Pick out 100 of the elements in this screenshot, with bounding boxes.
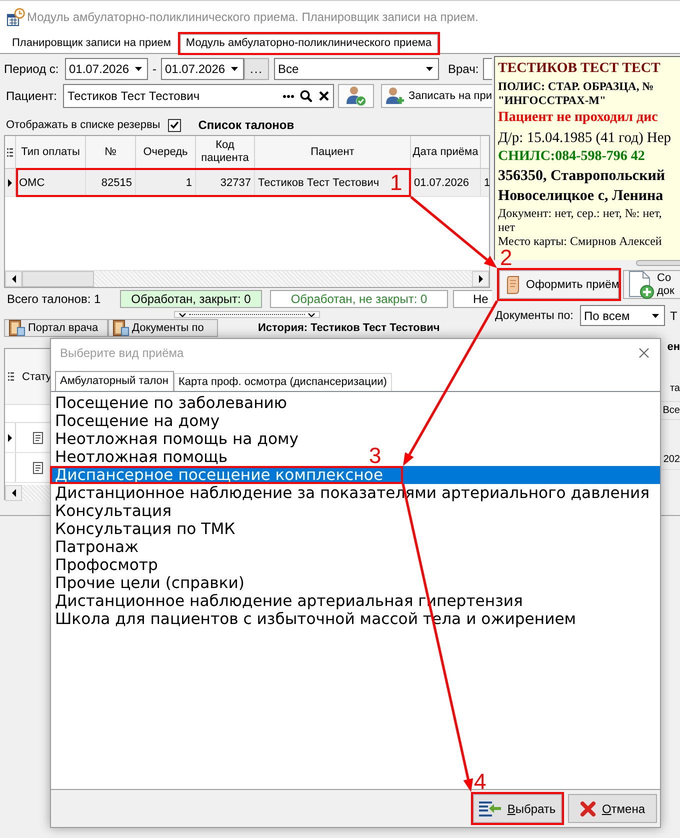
checkmark-icon xyxy=(170,121,180,129)
tab[interactable]: Амбулаторный талон xyxy=(55,371,174,391)
history-title: История: Тестиков Тест Тестович xyxy=(258,322,440,334)
list-item[interactable]: Посещение на дому xyxy=(51,412,224,430)
column-header[interactable]: Дата приёма xyxy=(411,136,481,168)
horizontal-scrollbar[interactable] xyxy=(5,485,50,501)
patient-name: ТЕСТИКОВ ТЕСТ ТЕСТ xyxy=(498,60,660,78)
column-header[interactable]: Код пациента xyxy=(196,136,255,168)
ellipsis-icon[interactable] xyxy=(283,94,294,98)
scrollbar-thumb[interactable] xyxy=(22,271,94,287)
document-icon xyxy=(33,462,43,474)
table-cell: 32737 xyxy=(196,169,255,196)
table-cell: 01.07.2026 xyxy=(411,169,481,196)
caret-down-icon xyxy=(652,314,659,318)
caret-down-icon xyxy=(426,67,433,71)
book-icon xyxy=(113,320,129,336)
scroll-left-button[interactable] xyxy=(5,485,22,501)
column-header[interactable]: Пациент xyxy=(255,136,411,168)
book-icon xyxy=(9,320,25,336)
splitter-handle[interactable] xyxy=(174,311,320,318)
list-lines-icon[interactable] xyxy=(8,372,14,381)
chevron-down-icon xyxy=(179,312,186,316)
section-title: ен xyxy=(667,340,680,352)
birth-date-text: Д/р: 15.04.1985 (41 год) Нер xyxy=(498,129,672,148)
left-arrow-icon xyxy=(12,275,16,283)
tab[interactable]: Планировщик записи на прием xyxy=(6,34,177,53)
date-field[interactable]: 01.07.2026 xyxy=(65,58,148,80)
cancel-button[interactable]: Отмена xyxy=(568,794,657,823)
list-item[interactable]: Неотложная помощь xyxy=(51,448,232,466)
calendar-clock-icon xyxy=(7,8,25,26)
window-title: Модуль амбулаторно-поликлинического приема. Планировщик записи на прием. xyxy=(27,10,478,24)
column-header[interactable]: Стату xyxy=(22,370,52,382)
table-cell: ОМС xyxy=(16,169,86,196)
step-number: 3 xyxy=(369,447,382,465)
warning-text: Пациент не проходил дис xyxy=(498,109,658,127)
checkbox[interactable] xyxy=(168,118,182,132)
step-number: 2 xyxy=(500,249,512,267)
list-item[interactable]: Профосмотр xyxy=(51,556,162,574)
search-icon[interactable] xyxy=(300,90,312,102)
horizontal-scrollbar[interactable] xyxy=(5,270,489,287)
book-appointment-button[interactable]: Записать на при xyxy=(381,84,492,108)
snils-text: СНИЛС:084-598-796 42 xyxy=(498,148,645,166)
note-text: нет xyxy=(498,220,515,234)
range-button[interactable]: ... xyxy=(244,58,269,80)
scroll-icon xyxy=(506,276,520,294)
list-item[interactable]: Посещение по заболеванию xyxy=(51,394,292,412)
document-icon xyxy=(33,432,43,444)
caret-down-icon xyxy=(231,67,238,71)
range-separator: - xyxy=(152,62,158,76)
column-header[interactable]: Тип оплаты xyxy=(16,136,86,168)
period-label: Период с: xyxy=(4,62,60,76)
date-field[interactable]: 01.07.2026 xyxy=(161,58,244,80)
close-icon xyxy=(639,348,649,358)
documents-label: Документы по: xyxy=(495,310,574,322)
column-header[interactable]: та xyxy=(670,383,680,394)
close-button[interactable] xyxy=(637,346,651,360)
reserve-label: Отображать в списке резервы xyxy=(6,119,160,131)
column-header[interactable]: № xyxy=(86,136,136,168)
address-text: Новоселицкое с, Ленина xyxy=(498,187,664,206)
clear-icon[interactable] xyxy=(319,91,330,101)
status-counter: Обработан, не закрыт: 0 xyxy=(270,290,448,308)
scope-dropdown[interactable]: Все xyxy=(274,58,439,80)
tab[interactable]: Модуль амбулаторно-поликлинического приема xyxy=(180,34,438,53)
scroll-right-button[interactable] xyxy=(472,271,489,287)
table-cell: 82515 xyxy=(86,169,136,196)
list-arrow-icon xyxy=(479,800,502,816)
toolbar-button[interactable]: Портал врача xyxy=(4,319,108,337)
column-header[interactable]: Очередь xyxy=(136,136,196,168)
cross-icon xyxy=(580,800,596,816)
patient-check-button[interactable] xyxy=(338,84,374,108)
doctor-label: Врач: xyxy=(448,62,480,76)
tab[interactable]: Карта проф. осмотра (диспансеризации) xyxy=(174,373,392,391)
list-item[interactable]: Консультация xyxy=(51,502,176,520)
step-number: 4 xyxy=(474,773,486,791)
left-arrow-icon xyxy=(12,489,16,497)
list-lines-icon xyxy=(7,148,13,156)
column-chooser-button[interactable] xyxy=(5,136,16,168)
chevron-down-icon xyxy=(308,312,315,316)
step-number: 1 xyxy=(390,174,402,192)
policy-text: ПОЛИС: СТАР. ОБРАЗЦА, № xyxy=(498,80,654,94)
list-item[interactable]: Консультация по ТМК xyxy=(51,520,240,538)
status-counter: Обработан, закрыт: 0 xyxy=(120,290,262,308)
list-item[interactable]: Неотложная помощь на дому xyxy=(51,430,302,448)
new-document-button[interactable]: Со док xyxy=(623,270,680,299)
documents-dropdown[interactable]: По всем xyxy=(580,305,665,326)
status-counter: Не xyxy=(453,290,492,308)
list-item[interactable]: Прочие цели (справки) xyxy=(51,574,248,592)
scroll-left-button[interactable] xyxy=(5,271,22,287)
table-cell: 1 xyxy=(136,169,196,196)
document-plus-icon xyxy=(628,270,654,298)
register-visit-button[interactable]: Оформить приём xyxy=(499,270,619,299)
toolbar-button[interactable]: Документы по xyxy=(108,319,218,337)
select-button[interactable]: Выбрать xyxy=(473,794,562,823)
doctor-field[interactable] xyxy=(483,58,492,80)
patient-field[interactable]: Тестиков Тест Тестович xyxy=(63,84,334,108)
person-plus-icon xyxy=(386,87,404,105)
filter-cell[interactable]: Все xyxy=(662,405,680,416)
splitter-handle[interactable] xyxy=(636,260,680,266)
list-item[interactable]: Патронаж xyxy=(51,538,143,556)
caret-down-icon xyxy=(135,67,142,71)
